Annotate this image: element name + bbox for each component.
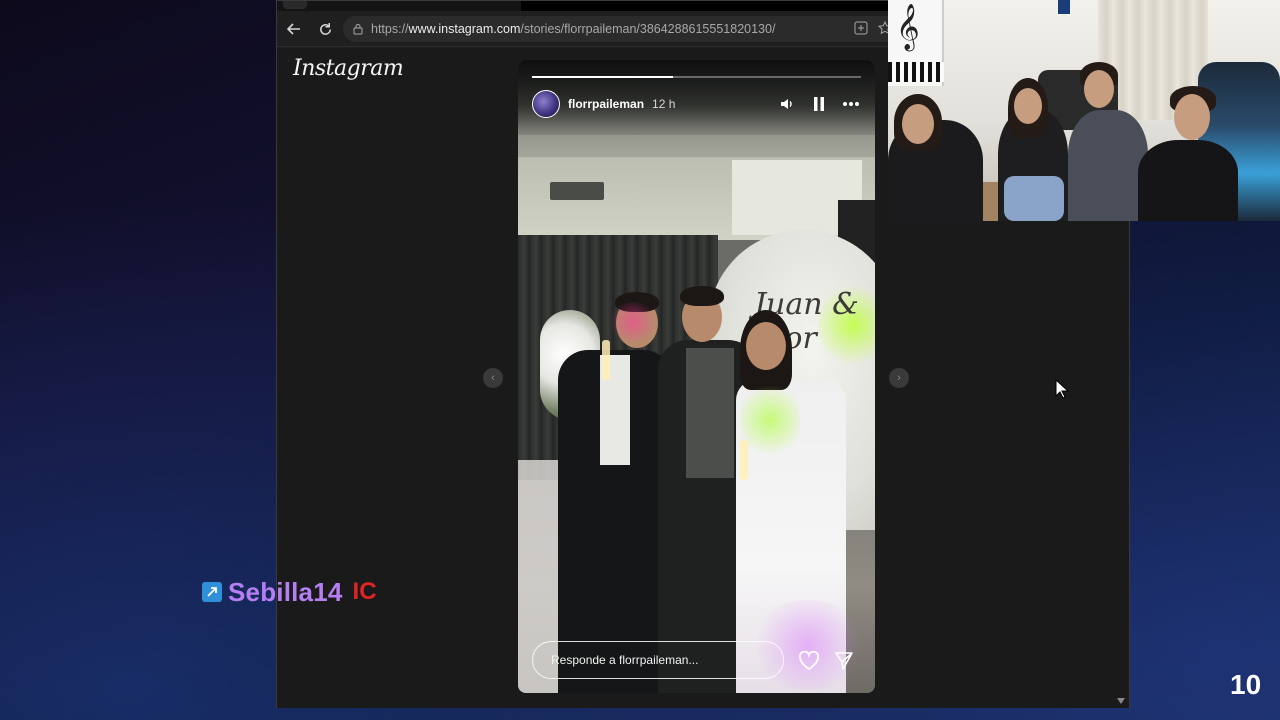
story-username[interactable]: florrpaileman xyxy=(568,97,644,111)
webcam-overlay: 𝄞 xyxy=(888,0,1280,221)
heart-icon[interactable] xyxy=(797,650,821,672)
instagram-logo[interactable]: Instagram xyxy=(293,56,404,81)
music-poster: 𝄞 xyxy=(888,0,944,86)
tab-active[interactable] xyxy=(521,1,891,11)
piano-keys xyxy=(888,62,944,82)
champagne-glass xyxy=(602,340,610,380)
streamer-badge: IC xyxy=(352,578,377,605)
story-reply-input[interactable]: Responde a florrpaileman... xyxy=(532,641,784,679)
father-hair xyxy=(680,286,724,306)
url-prefix: https:// xyxy=(371,22,409,36)
green-light-bride xyxy=(740,380,800,460)
previous-story-button[interactable]: ‹ xyxy=(483,368,503,388)
tab-inactive[interactable] xyxy=(283,1,307,9)
more-options-icon[interactable] xyxy=(841,94,861,114)
webcam-person-3-face xyxy=(1084,70,1114,108)
volume-icon[interactable] xyxy=(777,94,797,114)
streamer-name: Sebilla14 xyxy=(228,576,343,607)
streamer-tag: Sebilla14 IC xyxy=(202,577,377,607)
father-shirt xyxy=(686,348,734,478)
mouse-cursor-icon xyxy=(1055,378,1070,404)
story-time: 12 h xyxy=(652,97,676,111)
ceiling-beam xyxy=(518,135,875,157)
story-progress-fill xyxy=(532,76,674,78)
webcam-wall-sign xyxy=(1058,0,1070,14)
pause-icon[interactable] xyxy=(809,94,829,114)
webcam-person-3 xyxy=(1068,110,1148,221)
site-info-icon[interactable] xyxy=(351,22,365,36)
webcam-person-2-jeans xyxy=(1004,176,1064,221)
share-icon[interactable] xyxy=(832,650,856,672)
app-available-icon[interactable] xyxy=(854,21,870,37)
treble-clef-icon: 𝄞 xyxy=(896,4,920,50)
bride-head xyxy=(746,322,786,370)
reply-placeholder: Responde a florrpaileman... xyxy=(551,653,699,667)
wall-speaker xyxy=(550,182,604,200)
webcam-person-1-face xyxy=(902,104,934,144)
webcam-person-2-face xyxy=(1014,88,1042,124)
pink-light xyxy=(608,302,658,342)
address-bar[interactable]: https://www.instagram.com/stories/florrp… xyxy=(343,16,903,42)
avatar[interactable] xyxy=(532,90,560,118)
story-progress-bar xyxy=(532,76,861,78)
platform-icon xyxy=(202,582,222,602)
url-path: /stories/florrpaileman/38642886155518201… xyxy=(520,22,776,36)
story-header: florrpaileman 12 h xyxy=(532,90,861,118)
story-controls xyxy=(765,94,861,114)
stream-counter: 10 xyxy=(1230,669,1262,700)
champagne-glass-bride xyxy=(740,440,748,480)
next-story-button[interactable]: › xyxy=(889,368,909,388)
reload-icon[interactable] xyxy=(314,18,336,40)
webcam-person-4-face xyxy=(1174,94,1210,140)
story-viewer[interactable]: Juan & Flor florrpaile xyxy=(518,60,875,693)
webcam-person-4 xyxy=(1138,140,1238,221)
back-arrow-icon[interactable] xyxy=(283,18,305,40)
scroll-down-arrow[interactable] xyxy=(1117,698,1125,704)
url-domain: www.instagram.com xyxy=(408,22,521,36)
url-text: https://www.instagram.com/stories/florrp… xyxy=(371,22,775,36)
